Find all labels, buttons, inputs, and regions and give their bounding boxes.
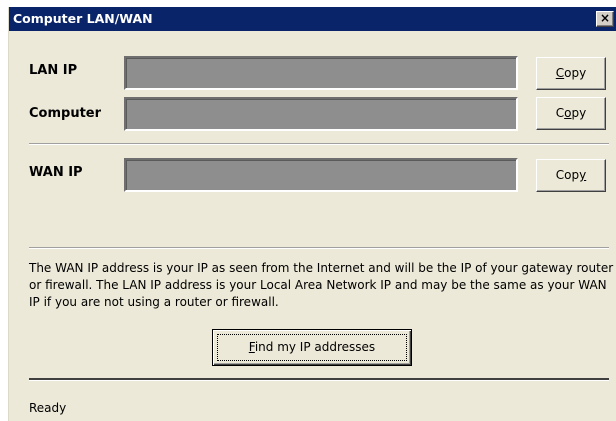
copy-lan-ip-button[interactable]: Copy	[536, 57, 606, 90]
close-button[interactable]: ×	[596, 11, 614, 27]
find-ip-addresses-button[interactable]: Find my IP addresses	[212, 329, 412, 366]
wan-ip-label: WAN IP	[29, 165, 83, 180]
copy-label-post: py	[571, 106, 587, 120]
lan-ip-field[interactable]	[124, 56, 518, 90]
lan-ip-label: LAN IP	[29, 63, 78, 78]
copy-label-pre: Cop	[555, 168, 580, 182]
wan-ip-field[interactable]	[124, 158, 518, 192]
computer-label: Computer	[29, 106, 102, 121]
copy-label-pre: C	[555, 106, 565, 120]
close-icon: ×	[599, 11, 611, 25]
copy-label-mnemonic: C	[555, 66, 565, 80]
divider-bottom	[29, 378, 609, 381]
info-description: The WAN IP address is your IP as seen fr…	[29, 261, 614, 309]
copy-label-post: opy	[564, 66, 587, 80]
divider-middle	[29, 247, 609, 249]
status-text: Ready	[29, 401, 67, 415]
copy-wan-ip-button[interactable]: Copy	[536, 159, 606, 192]
find-label-post: ind my IP addresses	[254, 340, 376, 354]
copy-label-mnemonic: y	[579, 168, 587, 182]
title-bar[interactable]: Computer LAN/WAN ×	[9, 7, 616, 31]
computer-name-field[interactable]	[124, 97, 518, 131]
copy-computer-button[interactable]: Copy	[536, 97, 606, 130]
copy-label-mnemonic: o	[564, 106, 572, 120]
window-title: Computer LAN/WAN	[13, 11, 153, 26]
divider-top	[29, 143, 609, 145]
computer-lan-wan-window: Computer LAN/WAN × LAN IP Copy Computer …	[8, 7, 616, 421]
